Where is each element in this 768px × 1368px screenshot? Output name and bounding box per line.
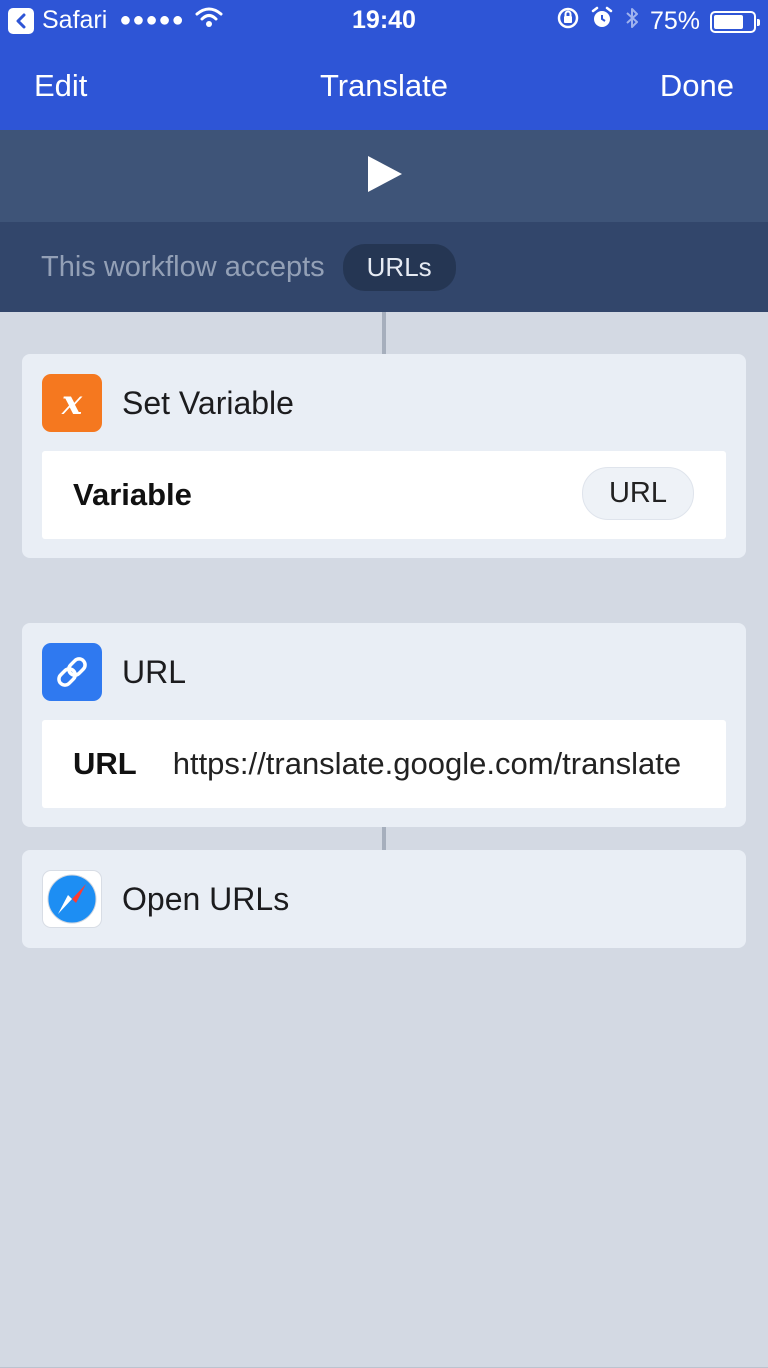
link-icon	[42, 643, 102, 701]
url-field[interactable]: https://translate.google.com/translate	[173, 746, 693, 782]
orientation-lock-icon	[556, 6, 580, 37]
variable-icon: x	[42, 374, 102, 432]
bluetooth-icon	[624, 6, 640, 37]
action-title: URL	[122, 653, 187, 690]
battery-icon	[710, 10, 760, 33]
safari-compass-icon	[42, 870, 102, 928]
action-connector	[382, 312, 386, 354]
alarm-icon	[590, 6, 614, 37]
action-connector	[382, 826, 386, 850]
action-title: Set Variable	[122, 384, 294, 421]
workflow-title: Translate	[319, 68, 449, 103]
status-right: 75%	[556, 6, 760, 37]
nav-bar: Edit Translate Done	[0, 42, 768, 130]
variable-parameter-row[interactable]: Variable URL	[42, 451, 726, 539]
status-bar: Safari ●●●●● 19:40 75%	[0, 0, 768, 42]
battery-percent: 75%	[649, 7, 700, 35]
url-action[interactable]: URL URL https://translate.google.com/tra…	[22, 623, 746, 827]
done-button[interactable]: Done	[660, 68, 734, 104]
run-bar	[0, 130, 768, 222]
action-title: Open URLs	[122, 880, 290, 917]
url-parameter-row[interactable]: URL https://translate.google.com/transla…	[42, 720, 726, 808]
accepts-type-chip[interactable]: URLs	[342, 243, 456, 291]
open-urls-action[interactable]: Open URLs	[22, 850, 746, 948]
action-header: Open URLs	[42, 870, 289, 928]
action-header: x Set Variable	[42, 374, 294, 432]
variable-name-pill[interactable]: URL	[581, 467, 694, 520]
battery-fill	[714, 14, 743, 29]
workflow-input-bar: This workflow accepts URLs	[0, 222, 768, 312]
set-variable-action[interactable]: x Set Variable Variable URL	[22, 354, 746, 558]
accepts-label: This workflow accepts	[41, 250, 325, 283]
parameter-label: URL	[73, 746, 137, 781]
action-header: URL	[42, 643, 186, 701]
play-icon[interactable]	[364, 154, 404, 199]
parameter-label: Variable	[73, 477, 192, 512]
